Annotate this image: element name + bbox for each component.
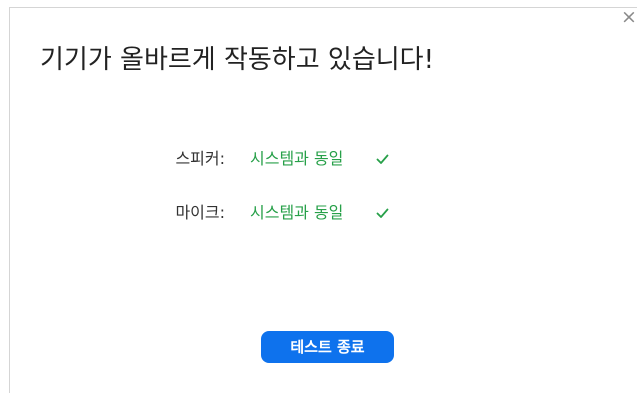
checkmark-icon xyxy=(376,154,389,164)
microphone-value: 시스템과 동일 xyxy=(250,203,344,222)
dialog-title: 기기가 올바르게 작동하고 있습니다! xyxy=(40,45,435,75)
speaker-label: 스피커: xyxy=(175,149,225,168)
speaker-row: 스피커: 시스템과 동일 xyxy=(0,147,637,171)
end-test-button[interactable]: 테스트 종료 xyxy=(261,331,394,363)
checkmark-icon xyxy=(376,208,389,218)
close-icon[interactable]: × xyxy=(621,8,637,27)
speaker-value: 시스템과 동일 xyxy=(250,149,344,168)
microphone-label: 마이크: xyxy=(175,203,225,222)
microphone-row: 마이크: 시스템과 동일 xyxy=(0,201,637,225)
